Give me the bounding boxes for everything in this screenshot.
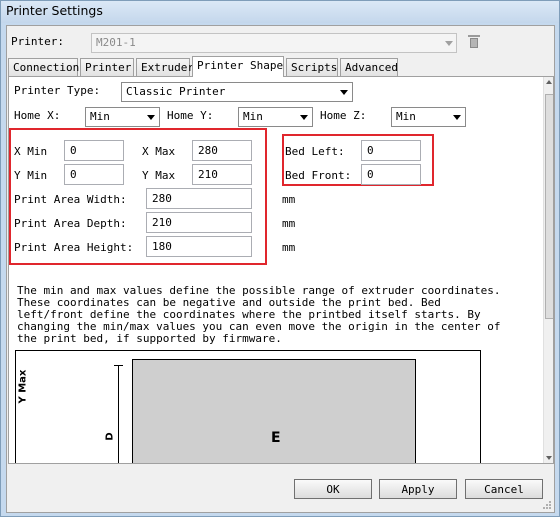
ok-button[interactable]: OK: [294, 479, 372, 499]
y-max-axis-label: Y Max: [17, 369, 29, 404]
x-max-input[interactable]: 280: [192, 140, 252, 161]
cancel-button[interactable]: Cancel: [465, 479, 543, 499]
vertical-scrollbar[interactable]: [543, 77, 553, 463]
printer-select[interactable]: M201-1: [91, 33, 457, 53]
printer-label: Printer:: [11, 35, 64, 48]
printer-shape-panel: Printer Type: Classic Printer Home X: Mi…: [8, 76, 554, 464]
scroll-up-icon[interactable]: [544, 77, 553, 88]
bed-front-input[interactable]: 0: [361, 164, 421, 185]
x-min-label: X Min: [14, 145, 48, 158]
home-x-value: Min: [90, 110, 110, 123]
trash-icon[interactable]: [468, 35, 480, 48]
bed-left-input[interactable]: 0: [361, 140, 421, 161]
tab-advanced[interactable]: Advanced: [340, 58, 398, 76]
bed-left-label: Bed Left:: [285, 145, 345, 158]
home-x-select[interactable]: Min: [85, 107, 160, 127]
print-bed: E: [132, 359, 416, 463]
tab-scripts[interactable]: Scripts: [286, 58, 338, 76]
tab-printer[interactable]: Printer: [80, 58, 134, 76]
home-z-select[interactable]: Min: [391, 107, 466, 127]
trash-body: [470, 38, 478, 48]
window-title: Printer Settings: [6, 3, 103, 18]
chevron-down-icon: [340, 90, 348, 95]
tab-printer-shape[interactable]: Printer Shape: [192, 56, 284, 77]
y-min-input[interactable]: 0: [64, 164, 124, 185]
x-max-label: X Max: [142, 145, 176, 158]
home-z-label: Home Z:: [320, 109, 367, 122]
x-min-input[interactable]: 0: [64, 140, 124, 161]
title-bar[interactable]: Printer Settings: [1, 1, 559, 23]
tab-extruder[interactable]: Extruder: [136, 58, 194, 76]
chevron-down-icon: [453, 115, 461, 120]
print-area-width-label: Print Area Width:: [14, 193, 127, 206]
printer-settings-window: Printer Settings Printer: M201-1 Connect…: [0, 0, 560, 517]
printer-type-value: Classic Printer: [126, 85, 226, 98]
chevron-down-icon: [300, 115, 308, 120]
printer-shape-diagram: Y Max D E: [15, 350, 481, 463]
tab-connection[interactable]: Connection: [8, 58, 79, 76]
y-min-label: Y Min: [14, 169, 48, 182]
y-max-label: Y Max: [142, 169, 176, 182]
chevron-down-icon: [445, 41, 453, 46]
print-area-height-input[interactable]: 180: [146, 236, 252, 257]
dialog-body: Printer: M201-1 Connection Printer Extru…: [6, 25, 555, 513]
apply-button[interactable]: Apply: [379, 479, 457, 499]
home-x-label: Home X:: [14, 109, 61, 122]
bed-front-label: Bed Front:: [285, 169, 352, 182]
trash-lid: [468, 35, 480, 37]
scrollbar-thumb[interactable]: [545, 94, 553, 319]
depth-dimension-label: D: [104, 432, 116, 441]
home-y-select[interactable]: Min: [238, 107, 313, 127]
printer-type-select[interactable]: Classic Printer: [121, 82, 353, 102]
bed-marker-e: E: [271, 430, 281, 446]
home-y-label: Home Y:: [167, 109, 214, 122]
resize-grip-icon[interactable]: [542, 500, 552, 510]
y-max-input[interactable]: 210: [192, 164, 252, 185]
printer-select-value: M201-1: [96, 36, 136, 49]
printer-type-label: Printer Type:: [14, 84, 101, 97]
print-area-depth-input[interactable]: 210: [146, 212, 252, 233]
help-text: The min and max values define the possib…: [17, 284, 501, 345]
print-area-width-unit: mm: [282, 193, 296, 206]
print-area-height-unit: mm: [282, 241, 296, 254]
chevron-down-icon: [147, 115, 155, 120]
print-area-height-label: Print Area Height:: [14, 241, 134, 254]
print-area-depth-unit: mm: [282, 217, 296, 230]
print-area-width-input[interactable]: 280: [146, 188, 252, 209]
dimension-line: [118, 365, 119, 463]
home-y-value: Min: [243, 110, 263, 123]
home-z-value: Min: [396, 110, 416, 123]
print-area-depth-label: Print Area Depth:: [14, 217, 127, 230]
scroll-down-icon[interactable]: [544, 452, 553, 463]
